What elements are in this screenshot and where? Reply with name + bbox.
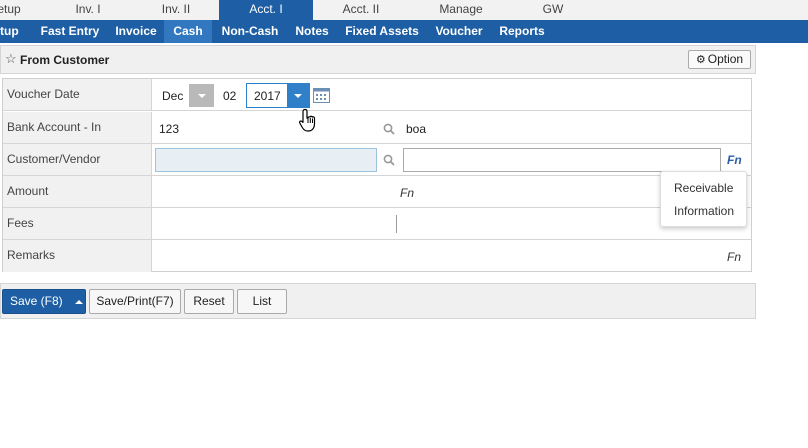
row-bank-account: Bank Account - In 123 boa	[3, 112, 751, 144]
voucher-form: Voucher Date Dec 02 2017 Bank Account - …	[2, 78, 752, 272]
fn-popup-menu: Receivable Information	[660, 171, 747, 227]
sub-nav-bar: Setup Fast Entry Invoice Cash Non-Cash N…	[0, 20, 808, 43]
calendar-icon[interactable]	[313, 87, 330, 103]
reset-button[interactable]: Reset	[184, 289, 234, 314]
top-tab-bar: etup Inv. I Inv. II Acct. I Acct. II Man…	[0, 0, 808, 20]
save-label: Save (F8)	[10, 294, 63, 308]
search-icon[interactable]	[383, 123, 395, 135]
caret-up-icon[interactable]	[75, 300, 83, 304]
remarks-label: Remarks	[3, 240, 152, 272]
page-title: From Customer	[20, 53, 110, 67]
option-label: Option	[707, 52, 744, 66]
page-header: ☆ From Customer ⚙ Option	[0, 45, 756, 74]
customer-vendor-label: Customer/Vendor	[3, 144, 152, 175]
row-amount: Amount Fn	[3, 176, 751, 208]
subnav-fast-entry[interactable]: Fast Entry	[34, 20, 106, 43]
popup-item-receivable[interactable]: Receivable	[674, 181, 733, 195]
fees-label: Fees	[3, 208, 152, 239]
save-print-button[interactable]: Save/Print(F7)	[89, 289, 181, 314]
subnav-non-cash[interactable]: Non-Cash	[216, 20, 284, 43]
bank-account-name[interactable]: boa	[406, 122, 426, 136]
customer-code-input[interactable]	[155, 148, 377, 172]
row-remarks: Remarks Fn	[3, 240, 751, 272]
month-dropdown-button[interactable]	[189, 84, 214, 107]
customer-fn-link[interactable]: Fn	[727, 153, 742, 167]
action-bar: Save (F8) Save/Print(F7) Reset List	[0, 283, 756, 319]
customer-name-input[interactable]	[403, 148, 721, 172]
bank-account-label: Bank Account - In	[3, 112, 152, 143]
star-icon[interactable]: ☆	[5, 51, 17, 67]
tab-gw[interactable]: GW	[532, 0, 574, 20]
voucher-date-label: Voucher Date	[3, 79, 152, 110]
remarks-fn-link[interactable]: Fn	[727, 250, 741, 264]
hand-cursor-icon	[299, 108, 316, 132]
year-value: 2017	[254, 89, 281, 103]
amount-label: Amount	[3, 176, 152, 207]
popup-item-information[interactable]: Information	[674, 204, 734, 218]
tab-setup[interactable]: etup	[0, 0, 24, 20]
tab-inv-ii[interactable]: Inv. II	[150, 0, 202, 20]
subnav-invoice[interactable]: Invoice	[110, 20, 162, 43]
tab-manage[interactable]: Manage	[430, 0, 492, 20]
amount-fn-link[interactable]: Fn	[400, 186, 414, 200]
subnav-notes[interactable]: Notes	[290, 20, 334, 43]
row-fees: Fees	[3, 208, 751, 240]
year-dropdown-button[interactable]	[287, 84, 309, 107]
search-icon[interactable]	[383, 154, 395, 166]
year-select[interactable]: 2017	[246, 83, 310, 108]
subnav-fixed-assets[interactable]: Fixed Assets	[342, 20, 422, 43]
tab-acct-i[interactable]: Acct. I	[219, 0, 313, 20]
subnav-voucher[interactable]: Voucher	[430, 20, 488, 43]
row-customer-vendor: Customer/Vendor Fn	[3, 144, 751, 176]
bank-account-code[interactable]: 123	[159, 122, 179, 136]
subnav-setup[interactable]: Setup	[0, 20, 26, 43]
month-select[interactable]: Dec	[162, 89, 183, 103]
day-field[interactable]: 02	[223, 89, 236, 103]
tab-acct-ii[interactable]: Acct. II	[330, 0, 392, 20]
subnav-cash[interactable]: Cash	[164, 20, 212, 43]
subnav-reports[interactable]: Reports	[494, 20, 550, 43]
save-button[interactable]: Save (F8)	[2, 289, 86, 314]
gear-icon: ⚙	[695, 54, 706, 66]
option-button[interactable]: ⚙ Option	[688, 50, 751, 69]
tab-inv-i[interactable]: Inv. I	[62, 0, 114, 20]
fees-text-cursor	[396, 215, 397, 233]
list-button[interactable]: List	[237, 289, 287, 314]
row-voucher-date: Voucher Date Dec 02 2017	[3, 79, 751, 111]
